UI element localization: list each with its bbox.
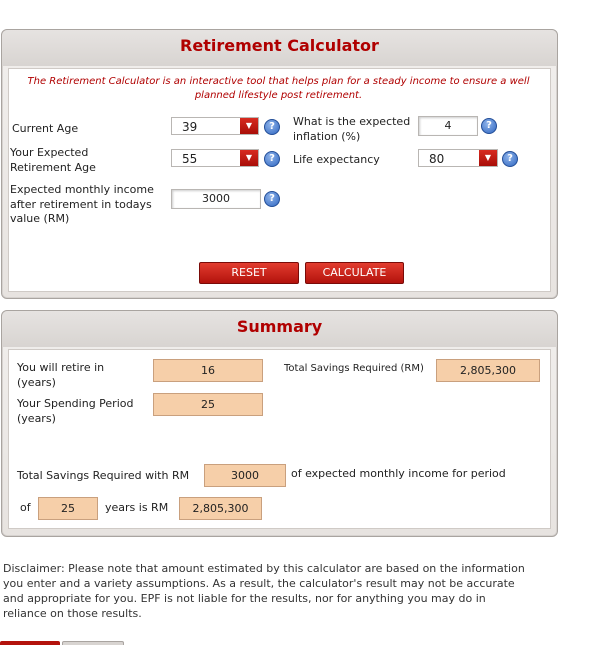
retire-in-label: You will retire in (years) [17,361,104,390]
disclaimer-line1: Disclaimer: Please note that amount esti… [3,562,525,575]
monthly-income-label-line3: value (RM) [10,212,70,225]
help-icon[interactable]: ? [264,191,280,207]
retirement-age-label-line1: Your Expected [10,146,89,159]
monthly-income-label-line1: Expected monthly income [10,183,154,196]
chevron-down-icon: ▼ [479,150,497,166]
bottom-button-left[interactable] [0,641,60,645]
current-age-label: Current Age [12,122,79,135]
retire-in-label-line1: You will retire in [17,361,105,374]
life-expectancy-value: 80 [429,152,445,166]
sentence-part3: of [20,501,31,514]
chevron-down-icon: ▼ [240,118,258,134]
inflation-input[interactable]: 4 [418,116,478,136]
sentence-total-value: 2,805,300 [179,497,262,520]
retirement-age-value: 55 [182,152,198,166]
description-line1: The Retirement Calculator is an interact… [27,76,530,87]
spending-period-label: Your Spending Period (years) [17,397,133,426]
disclaimer: Disclaimer: Please note that amount esti… [3,561,593,621]
summary-title: Summary [2,311,557,347]
retire-in-label-line2: (years) [17,375,56,389]
monthly-income-label-line2: after retirement in todays [10,197,152,211]
sentence-part1: Total Savings Required with RM [17,469,190,482]
spending-period-value: 25 [153,393,263,416]
help-icon[interactable]: ? [481,118,497,134]
reset-button[interactable]: RESET [199,262,299,284]
retirement-age-select[interactable]: 55 ▼ [171,149,259,167]
inflation-label-line2: inflation (%) [293,129,361,143]
help-icon[interactable]: ? [264,151,280,167]
life-expectancy-select[interactable]: 80 ▼ [418,149,498,167]
inflation-label-line1: What is the expected [293,115,411,128]
current-age-value: 39 [182,120,198,134]
retirement-age-label-line2: Retirement Age [10,160,96,174]
retirement-age-label: Your Expected Retirement Age [10,146,96,175]
chevron-down-icon: ▼ [240,150,258,166]
life-expectancy-label: Life expectancy [293,153,380,166]
sentence-period-value: 25 [38,497,98,520]
calculator-title: Retirement Calculator [2,30,557,66]
monthly-income-label: Expected monthly income after retirement… [10,183,154,227]
total-savings-value: 2,805,300 [436,359,540,382]
sentence-part4: years is RM [105,501,169,514]
description-line2: planned lifestyle post retirement. [194,90,363,101]
disclaimer-line4: reliance on those results. [3,607,142,620]
sentence-income-value: 3000 [204,464,286,487]
monthly-income-input[interactable]: 3000 [171,189,261,209]
calculator-description: The Retirement Calculator is an interact… [10,75,547,103]
spending-period-label-line2: (years) [17,411,56,425]
total-savings-label: Total Savings Required (RM) [284,363,424,374]
disclaimer-line2: you enter and a variety assumptions. As … [3,577,515,590]
calculate-button[interactable]: CALCULATE [305,262,404,284]
inflation-label: What is the expected inflation (%) [293,115,410,144]
disclaimer-line3: and appropriate for you. EPF is not liab… [3,592,486,605]
help-icon[interactable]: ? [264,119,280,135]
retire-in-value: 16 [153,359,263,382]
spending-period-label-line1: Your Spending Period [17,397,134,410]
help-icon[interactable]: ? [502,151,518,167]
bottom-button-right[interactable] [62,641,124,645]
sentence-part2: of expected monthly income for period [291,467,506,480]
current-age-select[interactable]: 39 ▼ [171,117,259,135]
